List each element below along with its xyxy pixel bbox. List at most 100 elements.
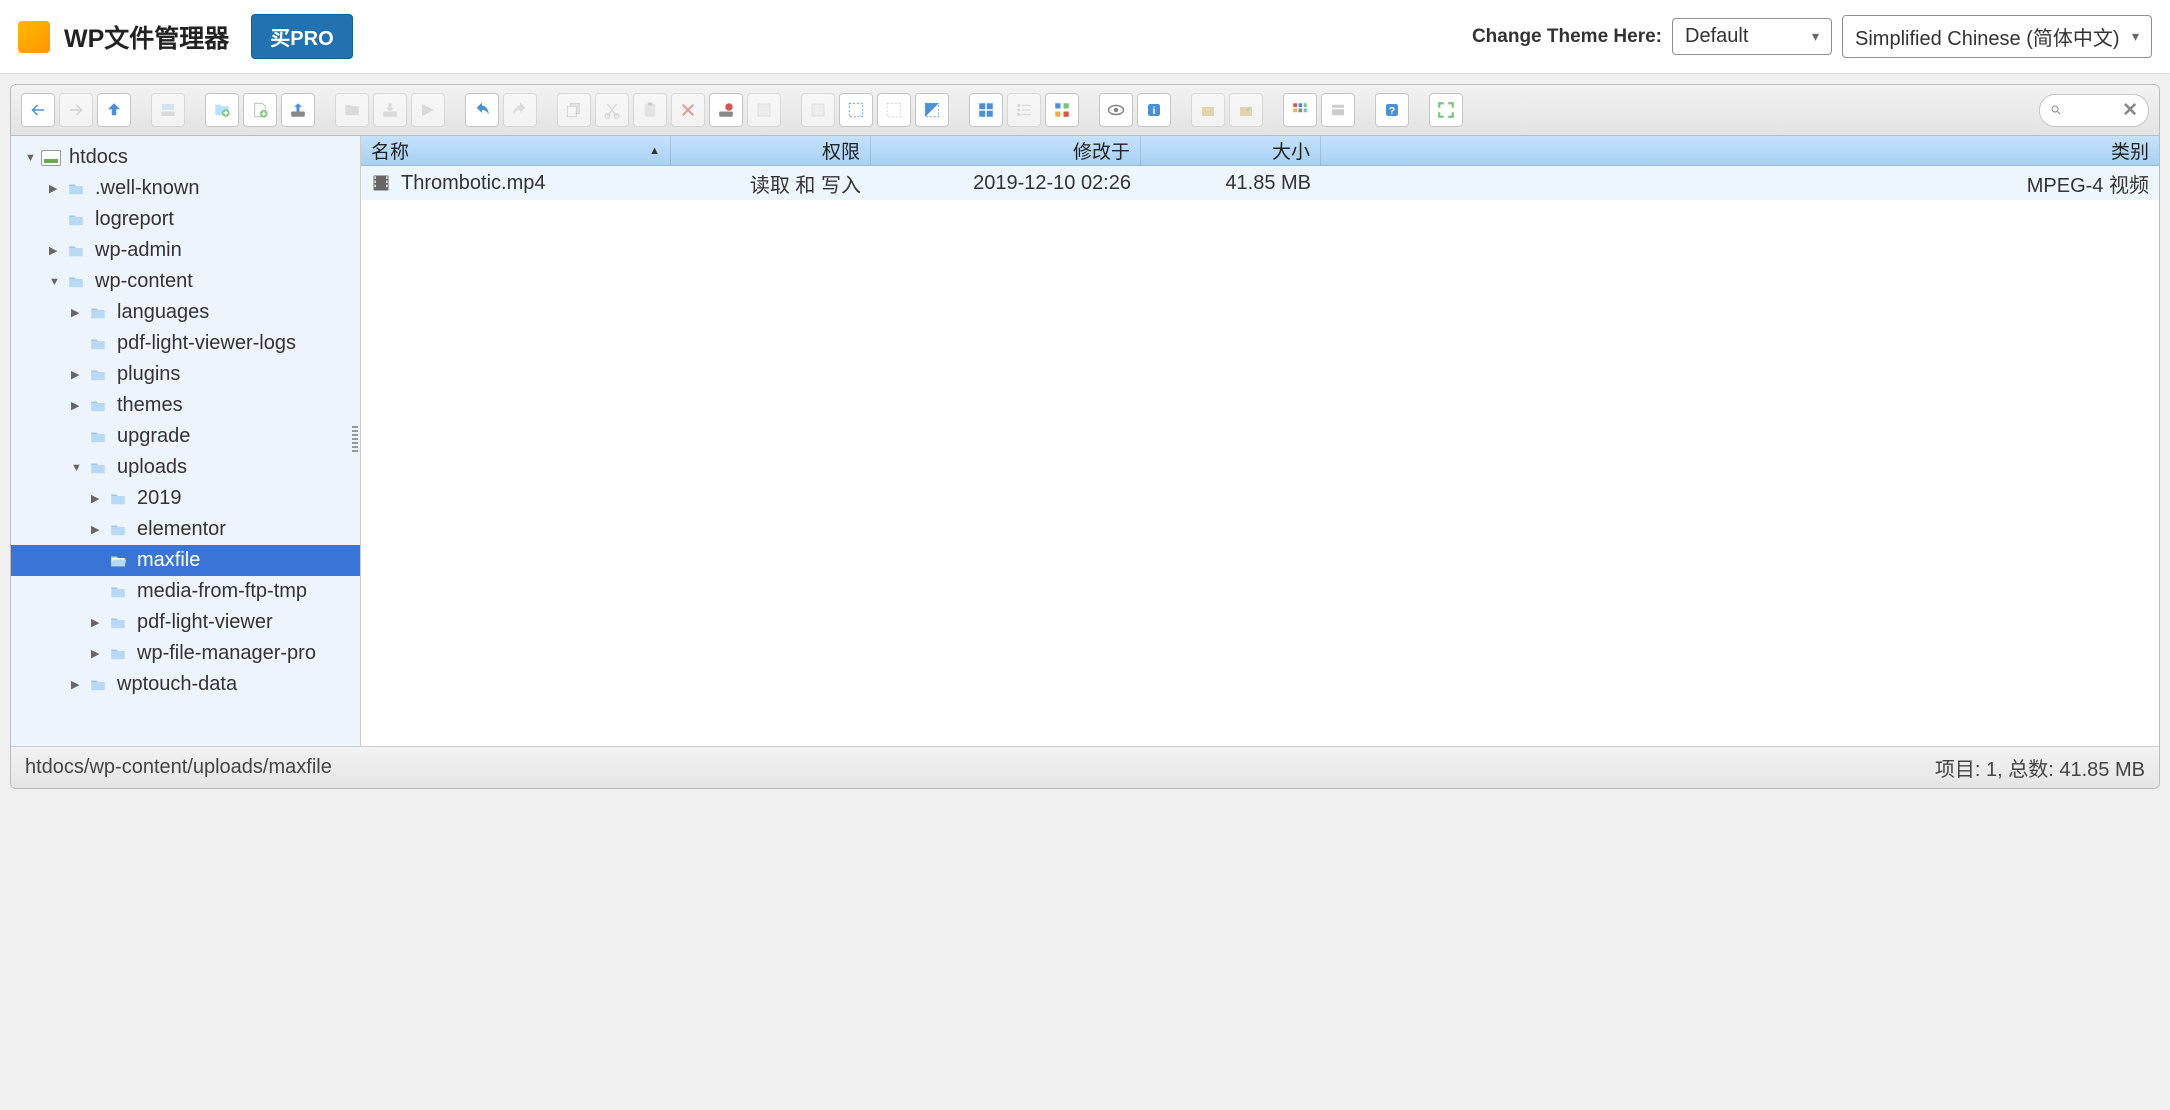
theme-select[interactable]: Default ▾ [1672,18,1832,55]
tree-node-logreport[interactable]: ▶logreport [11,204,360,235]
edit-button[interactable] [801,93,835,127]
copy-button[interactable] [557,93,591,127]
status-path: htdocs/wp-content/uploads/maxfile [25,756,332,779]
tree-node-plugins[interactable]: ▶plugins [11,359,360,390]
tree-expand-icon[interactable]: ▼ [49,276,61,288]
tree-node-wp-admin[interactable]: ▶wp-admin [11,235,360,266]
new-folder-button[interactable] [205,93,239,127]
tree-expand-icon[interactable]: ▼ [71,462,83,474]
cut-button[interactable] [595,93,629,127]
list-body[interactable]: Thrombotic.mp4读取 和 写入2019-12-10 02:2641.… [361,166,2159,746]
column-name[interactable]: 名称▲ [361,136,671,165]
theme-select-value: Default [1685,25,1748,48]
tree-node-wp-content[interactable]: ▼ wp-content [11,266,360,297]
open-button[interactable] [335,93,369,127]
upload-button[interactable] [281,93,315,127]
archive-button[interactable] [1229,93,1263,127]
tree-node-pdf-light-viewer[interactable]: ▶pdf-light-viewer [11,607,360,638]
back-button[interactable] [21,93,55,127]
file-date: 2019-12-10 02:26 [973,172,1131,195]
tree-node-wp-file-manager-pro[interactable]: ▶wp-file-manager-pro [11,638,360,669]
tree-node-label: 2019 [137,487,182,510]
chevron-down-icon: ▾ [1812,28,1819,45]
download-button[interactable] [373,93,407,127]
extract-button[interactable] [1191,93,1225,127]
folder-icon [87,304,109,322]
sort-asc-icon: ▲ [649,145,660,157]
tree-node-upgrade[interactable]: ▶upgrade [11,421,360,452]
network-mount-button[interactable] [151,93,185,127]
folder-icon [107,583,129,601]
toolbar-search[interactable]: ✕ [2039,94,2149,127]
places-button[interactable] [1321,93,1355,127]
tree-expand-icon[interactable]: ▶ [91,523,103,536]
column-size[interactable]: 大小 [1141,136,1321,165]
tree-expand-icon[interactable]: ▶ [71,678,83,691]
fm-body: ▼htdocs▶.well-known▶logreport▶wp-admin▼w… [11,136,2159,746]
info-button[interactable]: i [1137,93,1171,127]
tree-expand-icon[interactable]: ▶ [49,244,61,257]
icons-view-button[interactable] [969,93,1003,127]
theme-label: Change Theme Here: [1472,26,1662,48]
folder-tree[interactable]: ▼htdocs▶.well-known▶logreport▶wp-admin▼w… [11,136,361,746]
page-title: WP文件管理器 [64,19,229,55]
delete-button[interactable] [671,93,705,127]
folder-icon [107,490,129,508]
search-icon [2050,103,2062,117]
tree-expand-icon[interactable]: ▶ [91,647,103,660]
search-input[interactable] [2062,101,2122,119]
tree-expand-icon[interactable]: ▶ [91,492,103,505]
tree-expand-icon[interactable]: ▶ [71,306,83,319]
column-kind[interactable]: 类别 [1321,136,2159,165]
new-file-button[interactable] [243,93,277,127]
clear-search-icon[interactable]: ✕ [2122,99,2138,122]
tree-node--well-known[interactable]: ▶.well-known [11,173,360,204]
tree-node-maxfile[interactable]: ▶maxfile [11,545,360,576]
up-button[interactable] [97,93,131,127]
tree-node-wptouch-data[interactable]: ▶ wptouch-data [11,669,360,700]
redo-button[interactable] [503,93,537,127]
language-select[interactable]: Simplified Chinese (简体中文) ▾ [1842,15,2152,58]
folder-icon [107,552,129,570]
tree-expand-icon[interactable]: ▶ [71,368,83,381]
tree-expand-icon[interactable]: ▼ [25,152,37,164]
tree-node-elementor[interactable]: ▶elementor [11,514,360,545]
getfile-button[interactable] [411,93,445,127]
tree-expand-icon[interactable]: ▶ [49,182,61,195]
tree-node-uploads[interactable]: ▼uploads [11,452,360,483]
tree-node-label: wp-content [95,270,193,293]
tree-expand-icon[interactable]: ▶ [71,399,83,412]
preview-button[interactable] [1099,93,1133,127]
forward-button[interactable] [59,93,93,127]
list-header: 名称▲ 权限 修改于 大小 类别 [361,136,2159,166]
tree-node-htdocs[interactable]: ▼htdocs [11,142,360,173]
invert-selection-button[interactable] [915,93,949,127]
buy-pro-button[interactable]: 买PRO [251,14,352,59]
tree-resize-grip-icon[interactable] [352,426,358,454]
undo-button[interactable] [465,93,499,127]
column-modified[interactable]: 修改于 [871,136,1141,165]
list-view-button[interactable] [1007,93,1041,127]
sort-button[interactable] [1045,93,1079,127]
settings-button[interactable] [1283,93,1317,127]
file-name: Thrombotic.mp4 [401,172,546,195]
tree-node-languages[interactable]: ▶languages [11,297,360,328]
paste-button[interactable] [633,93,667,127]
tree-node-2019[interactable]: ▶ 2019 [11,483,360,514]
select-none-button[interactable] [877,93,911,127]
folder-icon [65,242,87,260]
tree-expand-icon[interactable]: ▶ [91,616,103,629]
tree-node-media-from-ftp-tmp[interactable]: ▶media-from-ftp-tmp [11,576,360,607]
tree-node-label: logreport [95,208,174,231]
file-row[interactable]: Thrombotic.mp4读取 和 写入2019-12-10 02:2641.… [361,166,2159,200]
tree-node-themes[interactable]: ▶themes [11,390,360,421]
folder-icon [87,428,109,446]
tree-node-label: wptouch-data [117,673,237,696]
fullscreen-button[interactable] [1429,93,1463,127]
select-all-button[interactable] [839,93,873,127]
empty-button[interactable] [709,93,743,127]
help-button[interactable]: ? [1375,93,1409,127]
column-permissions[interactable]: 权限 [671,136,871,165]
duplicate-button[interactable] [747,93,781,127]
tree-node-pdf-light-viewer-logs[interactable]: ▶pdf-light-viewer-logs [11,328,360,359]
